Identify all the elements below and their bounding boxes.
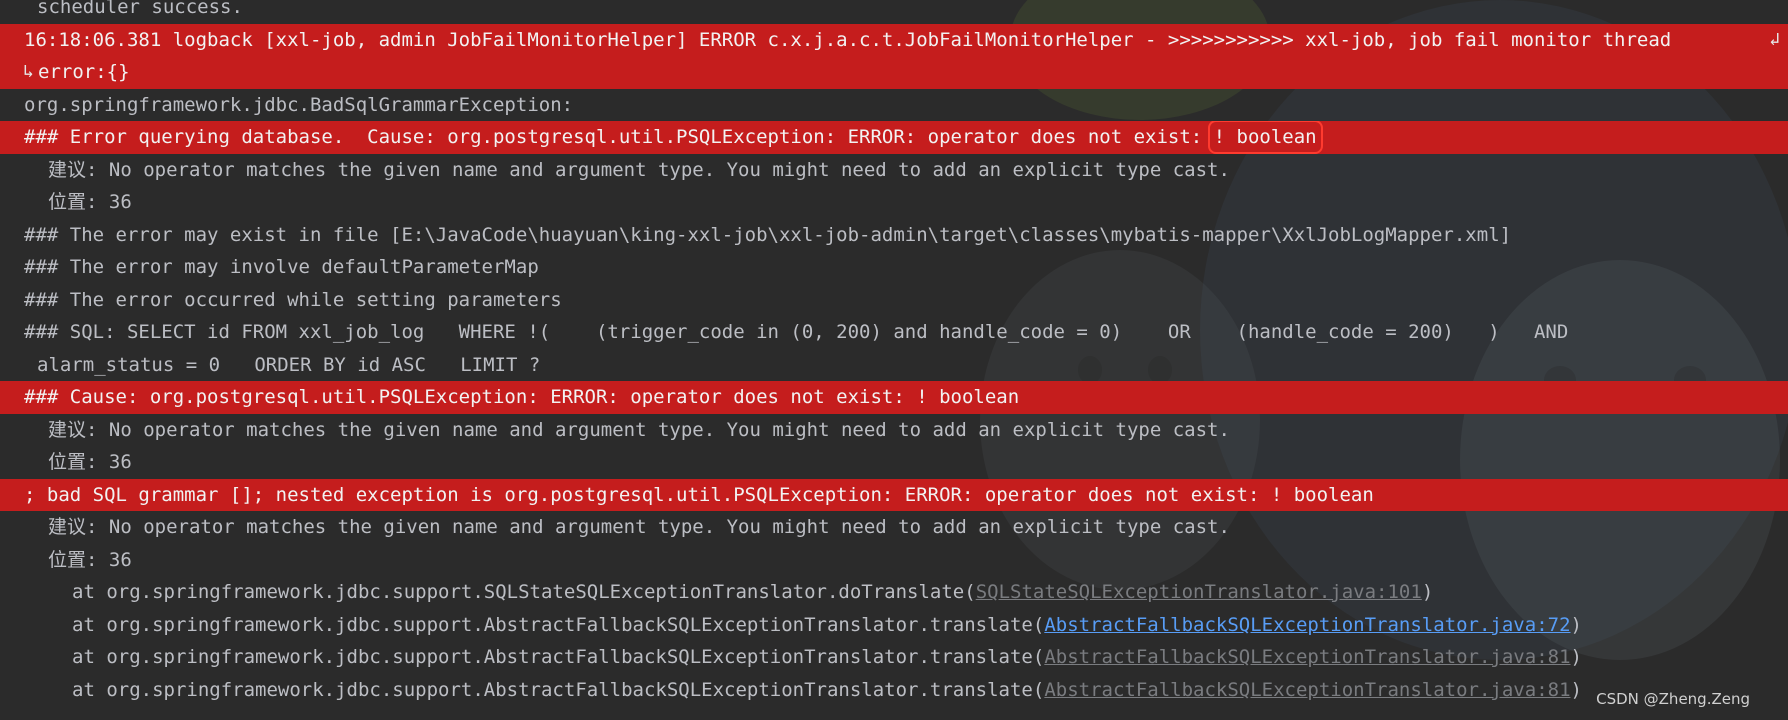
console-line: ### The error occurred while setting par… [24,288,562,311]
console-line: scheduler success. [37,0,243,18]
console-line: 建议: No operator matches the given name a… [48,158,1230,181]
console-line: 建议: No operator matches the given name a… [48,516,1230,538]
console-line: 位置: 36 [48,548,132,571]
source-link[interactable]: AbstractFallbackSQLExceptionTranslator.j… [1044,646,1570,668]
console-line: 位置: 36 [48,191,132,213]
console-line: alarm_status = 0 ORDER BY id ASC LIMIT ? [37,353,541,376]
console-error-line: 16:18:06.381 logback [xxl-job, admin Job… [0,23,1788,56]
console-line: org.springframework.jdbc.BadSqlGrammarEx… [24,93,574,116]
console-error-line: ↳ error:{} [0,56,1788,89]
source-link[interactable]: AbstractFallbackSQLExceptionTranslator.j… [1044,614,1570,636]
console-line: 位置: 36 [48,451,132,473]
stack-trace-line: at org.springframework.jdbc.support.Abst… [72,678,1582,701]
console-line: ### The error may exist in file [E:\Java… [24,223,1512,246]
highlighted-operator: ! boolean [1207,121,1323,154]
source-link[interactable]: AbstractFallbackSQLExceptionTranslator.j… [1044,679,1570,701]
stack-trace-line: at org.springframework.jdbc.support.Abst… [72,613,1582,636]
source-link[interactable]: SQLStateSQLExceptionTranslator.java:101 [976,581,1422,603]
console-error-line: ### Cause: org.postgresql.util.PSQLExcep… [0,381,1788,414]
console-line: ### SQL: SELECT id FROM xxl_job_log WHER… [24,321,1569,343]
console-error-line: ### Error querying database. Cause: org.… [0,121,1788,154]
soft-wrap-icon: ↲ [1769,28,1780,50]
stack-trace-line: at org.springframework.jdbc.support.SQLS… [72,581,1434,603]
stack-trace-line: at org.springframework.jdbc.support.Abst… [72,646,1582,668]
console-error-line: ; bad SQL grammar []; nested exception i… [0,478,1788,511]
console-output[interactable]: scheduler success. 16:18:06.381 logback … [0,0,1788,706]
console-line: ### The error may involve defaultParamet… [24,256,539,278]
console-line: 建议: No operator matches the given name a… [48,418,1230,441]
watermark: CSDN @Zheng.Zeng [1596,690,1750,708]
soft-wrap-icon: ↳ [23,61,34,82]
